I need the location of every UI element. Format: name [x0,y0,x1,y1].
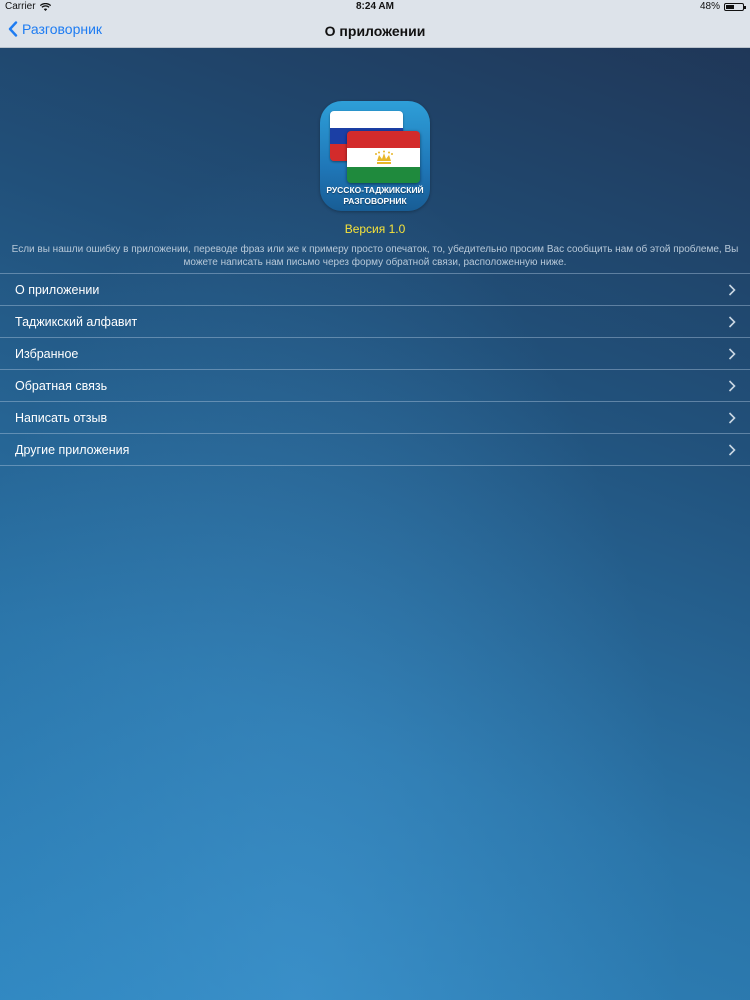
chevron-right-icon [728,412,736,424]
app-icon-caption-line2: РАЗГОВОРНИК [343,196,407,206]
menu-item-label: Обратная связь [15,379,108,393]
battery-percent: 48% [699,1,720,12]
menu-item-feedback[interactable]: Обратная связь [0,370,750,402]
page-title: О приложении [324,23,426,39]
menu-item-label: Написать отзыв [15,411,108,425]
chevron-right-icon [728,444,736,456]
chevron-right-icon [728,284,736,296]
menu-item-about[interactable]: О приложении [0,274,750,306]
menu-item-label: Таджикский алфавит [15,315,138,329]
menu-item-label: Избранное [15,347,79,361]
chevron-right-icon [728,316,736,328]
chevron-right-icon [728,348,736,360]
menu-list: О приложении Таджикский алфавит Избранно… [0,273,750,466]
description-text: Если вы нашли ошибку в приложении, перев… [11,244,739,268]
crown-icon [374,150,393,164]
status-time: 8:24 AM [356,1,394,12]
app-icon-caption-line1: РУССКО-ТАДЖИКСКИЙ [326,185,424,195]
navigation-bar: Разговорник О приложении [0,14,750,48]
menu-item-favorites[interactable]: Избранное [0,338,750,370]
chevron-right-icon [728,380,736,392]
app-icon: РУССКО-ТАДЖИКСКИЙ РАЗГОВОРНИК [320,101,430,211]
battery-fill [726,4,734,9]
menu-item-tajik-alphabet[interactable]: Таджикский алфавит [0,306,750,338]
battery-icon [724,2,746,11]
app-icon-caption: РУССКО-ТАДЖИКСКИЙ РАЗГОВОРНИК [320,185,430,207]
menu-item-write-review[interactable]: Написать отзыв [0,402,750,434]
status-bar: Carrier 8:24 AM 48% [0,0,750,14]
tajikistan-flag-icon [347,131,420,183]
menu-item-other-apps[interactable]: Другие приложения [0,434,750,466]
menu-item-label: О приложении [15,283,100,297]
version-label: Версия 1.0 [344,222,406,236]
menu-item-label: Другие приложения [15,443,130,457]
status-right: 48% [699,1,746,12]
